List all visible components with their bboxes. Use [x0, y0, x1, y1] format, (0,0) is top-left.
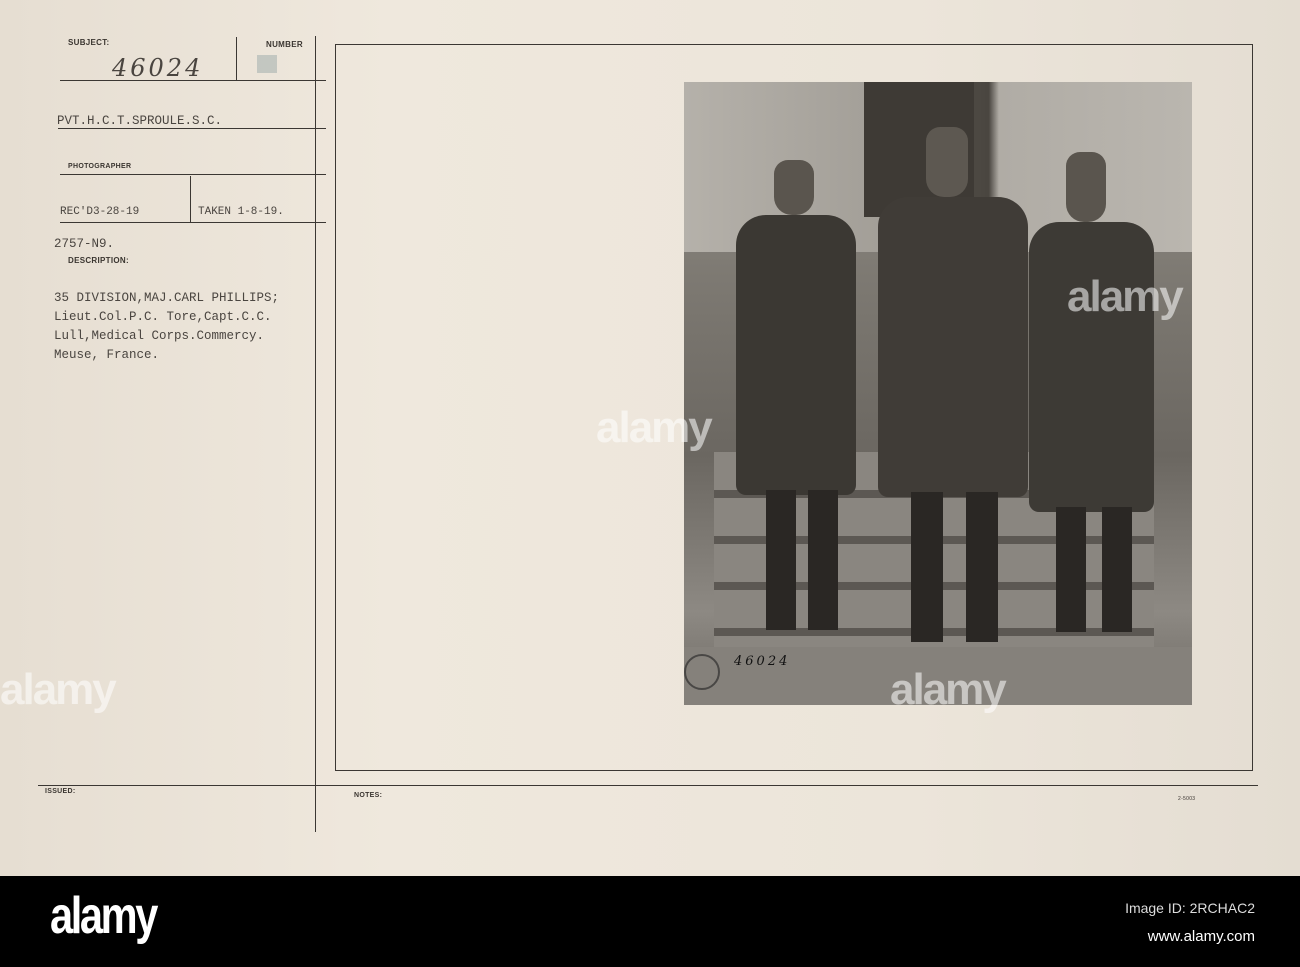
- description-line: 35 DIVISION,MAJ.CARL PHILLIPS;: [54, 291, 280, 305]
- subject-number: 46024: [112, 54, 204, 82]
- watermark: alamy: [890, 665, 1007, 714]
- signal-corps-stamp: [684, 654, 720, 690]
- received-date: REC'D3-28-19: [60, 206, 140, 218]
- watermark: alamy: [596, 403, 713, 452]
- soldier-left: [726, 160, 866, 630]
- description-line: Lieut.Col.P.C. Tore,Capt.C.C.: [54, 310, 272, 324]
- form-code: 2-5003: [1178, 796, 1196, 802]
- photographer-name: PVT.H.C.T.SPROULE.S.C.: [57, 114, 223, 128]
- subject-label: SUBJECT:: [68, 38, 110, 47]
- watermark: alamy: [1067, 272, 1184, 321]
- footer-bar: alamy Image ID: 2RCHAC2 www.alamy.com: [0, 876, 1300, 967]
- description-line: Meuse, France.: [54, 348, 160, 362]
- number-stamp: [257, 55, 277, 73]
- image-id: Image ID: 2RCHAC2: [1125, 900, 1255, 916]
- alamy-logo: alamy: [50, 887, 158, 945]
- negative-number: 46024: [734, 654, 791, 669]
- number-label: NUMBER: [266, 40, 303, 49]
- divider: [190, 176, 191, 222]
- issued-label: ISSUED:: [45, 788, 76, 795]
- description-line: Lull,Medical Corps.Commercy.: [54, 329, 265, 343]
- divider: [58, 128, 326, 129]
- watermark: alamy: [0, 665, 117, 714]
- archive-card: SUBJECT: NUMBER 46024 PVT.H.C.T.SPROULE.…: [0, 0, 1300, 876]
- notes-label: NOTES:: [354, 792, 383, 799]
- soldier-center: [866, 127, 1036, 642]
- file-code: 2757-N9.: [54, 237, 115, 251]
- taken-date: TAKEN 1-8-19.: [198, 206, 284, 218]
- divider: [60, 174, 326, 175]
- divider: [315, 36, 316, 832]
- photograph: 46024: [684, 82, 1192, 705]
- divider: [60, 222, 326, 223]
- site-url: www.alamy.com: [1147, 928, 1255, 945]
- soldier-right: [1024, 152, 1164, 632]
- photographer-label: PHOTOGRAPHER: [68, 163, 132, 170]
- divider: [236, 37, 237, 81]
- divider: [38, 785, 1258, 786]
- description-label: DESCRIPTION:: [68, 256, 129, 265]
